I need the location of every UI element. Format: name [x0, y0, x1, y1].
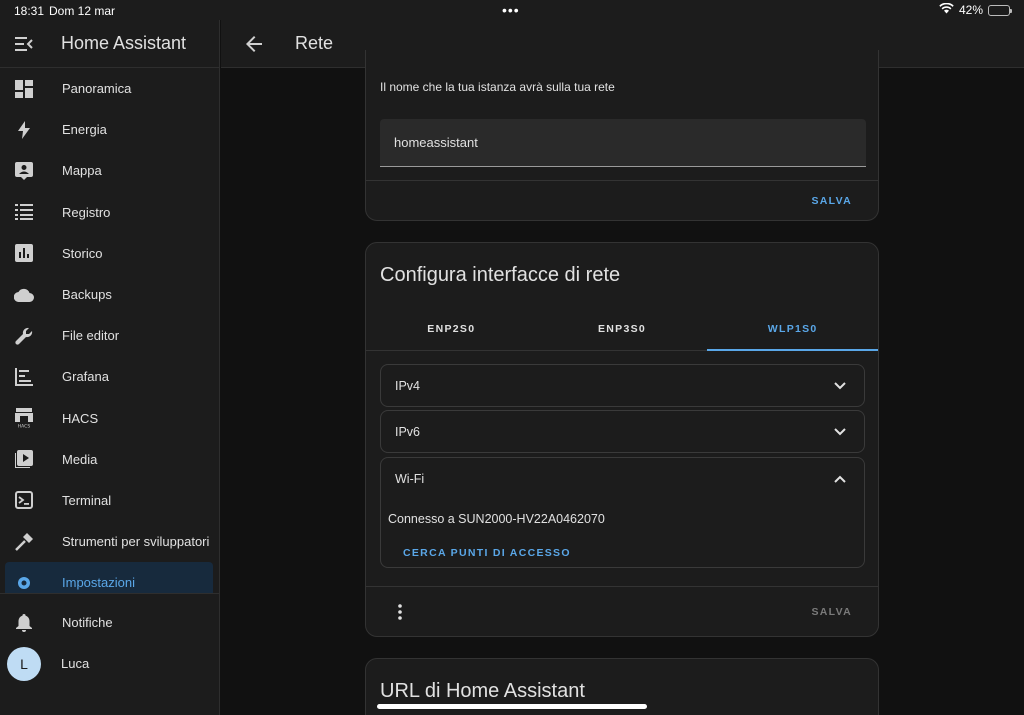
sidebar-item-label: Media	[62, 451, 98, 467]
wifi-connection-status: Connesso a SUN2000-HV22A0462070	[388, 512, 605, 526]
cog-icon	[12, 571, 36, 593]
sidebar-item-label: Mappa	[62, 163, 102, 179]
sidebar-item-storico[interactable]: Storico	[0, 233, 219, 274]
menu-open-icon	[15, 36, 33, 51]
svg-text:HACS: HACS	[18, 424, 31, 429]
ipv4-label: IPv4	[395, 379, 421, 393]
sidebar-item-label: Notifiche	[62, 615, 113, 631]
sidebar-item-notifiche[interactable]: Notifiche	[0, 602, 220, 643]
status-right: 42%	[939, 2, 1012, 17]
play-box-icon	[12, 447, 36, 471]
card-title: URL di Home Assistant	[380, 680, 585, 702]
sidebar-item-media[interactable]: Media	[0, 439, 219, 480]
sidebar-header: Home Assistant	[0, 20, 219, 68]
sidebar-item-label: File editor	[62, 328, 120, 344]
lightning-icon	[12, 118, 36, 142]
sidebar-item-label: Backups	[62, 287, 112, 303]
sidebar-item-label: Registro	[62, 204, 111, 220]
home-indicator[interactable]	[377, 704, 647, 709]
map-account-icon	[12, 159, 36, 183]
card-title: Configura interfacce di rete	[380, 264, 621, 286]
chevron-up-icon	[830, 469, 850, 489]
menu-toggle-button[interactable]	[0, 20, 48, 68]
sidebar-item-terminal[interactable]: Terminal	[0, 480, 219, 521]
sidebar-item-label: Impostazioni	[62, 575, 135, 591]
sidebar-item-grafana[interactable]: Grafana	[0, 356, 219, 397]
console-icon	[12, 488, 36, 512]
status-time: 18:31	[14, 4, 45, 18]
battery-percent: 42%	[958, 3, 983, 17]
wrench-icon	[12, 324, 36, 348]
cloud-icon	[12, 283, 36, 307]
sidebar-item-label: Energia	[62, 122, 107, 138]
hostname-card-actions: SALVA	[366, 180, 878, 220]
interfaces-card-actions: SALVA	[366, 586, 878, 636]
ipv6-label: IPv6	[395, 425, 421, 439]
sidebar-item-impostazioni[interactable]: Impostazioni	[5, 562, 213, 593]
wifi-header[interactable]: Wi-Fi	[381, 458, 864, 500]
tab-enp2s0[interactable]: ENP2S0	[366, 307, 537, 350]
sidebar-title: Home Assistant	[61, 33, 187, 53]
multitasking-dots-icon[interactable]: •••	[502, 2, 520, 18]
sidebar-item-label: Panoramica	[62, 81, 132, 97]
more-vert-icon[interactable]	[392, 601, 408, 623]
chart-box-icon	[12, 241, 36, 265]
wifi-expansion-panel: Wi-Fi Connesso a SUN2000-HV22A0462070 CE…	[380, 457, 865, 568]
sidebar: Home Assistant Panoramica Energia Mappa …	[0, 20, 220, 715]
search-access-points-button[interactable]: CERCA PUNTI DI ACCESSO	[403, 547, 571, 559]
hostname-save-button[interactable]: SALVA	[811, 195, 852, 207]
sidebar-item-file-editor[interactable]: File editor	[0, 315, 219, 356]
interfaces-save-button[interactable]: SALVA	[811, 606, 852, 618]
user-name: Luca	[61, 656, 90, 672]
avatar: L	[7, 646, 41, 681]
chevron-down-icon	[830, 422, 850, 442]
hostname-input[interactable]: homeassistant	[380, 119, 866, 167]
sidebar-item-registro[interactable]: Registro	[0, 192, 219, 233]
sidebar-bottom: Notifiche L Luca	[0, 593, 220, 684]
sidebar-item-mappa[interactable]: Mappa	[0, 150, 219, 191]
sidebar-item-energia[interactable]: Energia	[0, 109, 219, 150]
sidebar-item-hacs[interactable]: HACS HACS	[0, 398, 219, 439]
bell-icon	[12, 611, 36, 635]
sidebar-item-label: Terminal	[62, 492, 112, 508]
sidebar-nav: Panoramica Energia Mappa Registro Storic…	[0, 68, 219, 593]
hacs-icon: HACS	[12, 406, 36, 430]
hostname-description: Il nome che la tua istanza avrà sulla tu…	[380, 80, 615, 94]
ipv4-expansion-panel[interactable]: IPv4	[380, 364, 865, 407]
interface-tabs: ENP2S0 ENP3S0 WLP1S0	[366, 307, 878, 351]
list-icon	[12, 200, 36, 224]
sidebar-item-label: HACS	[62, 410, 99, 426]
sidebar-item-backups[interactable]: Backups	[0, 274, 219, 315]
back-button[interactable]	[230, 20, 278, 68]
ipv4-header[interactable]: IPv4	[381, 365, 864, 407]
battery-icon	[988, 4, 1012, 16]
chart-timeline-icon	[12, 365, 36, 389]
network-interfaces-card: Configura interfacce di rete ENP2S0 ENP3…	[365, 242, 879, 637]
tab-wlp1s0[interactable]: WLP1S0	[707, 307, 878, 351]
chevron-down-icon	[830, 376, 850, 396]
sidebar-item-user[interactable]: L Luca	[0, 643, 220, 684]
sidebar-item-panoramica[interactable]: Panoramica	[0, 68, 219, 109]
sidebar-item-label: Grafana	[62, 369, 109, 385]
sidebar-item-label: Storico	[62, 245, 103, 261]
tab-enp3s0[interactable]: ENP3S0	[537, 307, 708, 350]
ipv6-header[interactable]: IPv6	[381, 411, 864, 453]
status-bar: 18:31 Dom 12 mar ••• 42%	[0, 0, 1024, 20]
sidebar-item-strumenti[interactable]: Strumenti per sviluppatori	[0, 521, 219, 562]
hostname-card: Il nome che la tua istanza avrà sulla tu…	[365, 50, 879, 221]
sidebar-item-label: Strumenti per sviluppatori	[62, 534, 210, 550]
arrow-left-icon	[246, 35, 262, 52]
page-title: Rete	[295, 33, 334, 53]
status-date: Dom 12 mar	[49, 4, 116, 18]
dashboard-icon	[12, 77, 36, 101]
ipv6-expansion-panel[interactable]: IPv6	[380, 410, 865, 453]
hammer-icon	[12, 530, 36, 554]
wifi-label: Wi-Fi	[395, 472, 425, 486]
wifi-icon	[939, 2, 954, 17]
